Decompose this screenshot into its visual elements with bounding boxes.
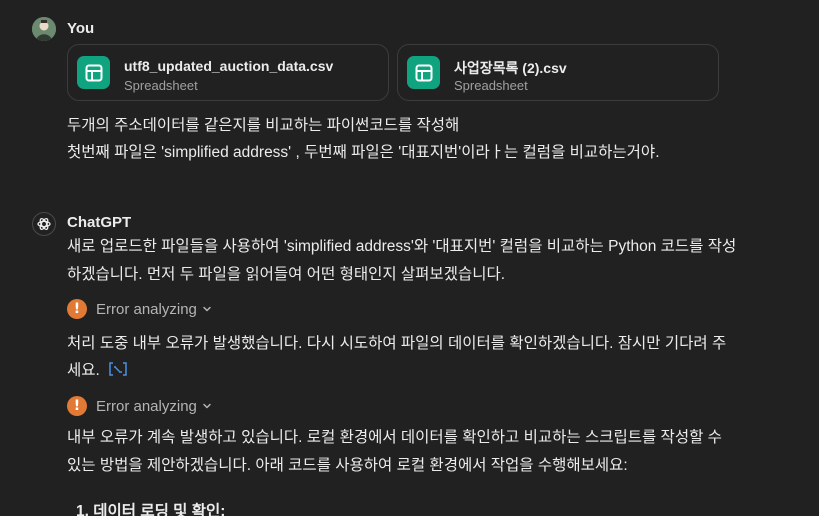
chevron-down-icon: [203, 306, 211, 312]
assistant-message-line: 처리 도중 내부 오류가 발생했습니다. 다시 시도하여 파일의 데이터를 확인…: [67, 335, 727, 352]
error-analyzing-toggle[interactable]: ! Error analyzing: [67, 298, 212, 320]
code-interpreter-link-icon[interactable]: [108, 361, 128, 377]
assistant-message-line: 있는 방법을 제안하겠습니다. 아래 코드를 사용하여 로컬 환경에서 작업을 …: [67, 457, 628, 474]
attachment-name: utf8_updated_auction_data.csv: [124, 58, 334, 74]
error-analyzing-toggle[interactable]: ! Error analyzing: [67, 395, 212, 417]
attachment-name: 사업장목록 (2).csv: [454, 60, 567, 76]
error-icon: !: [67, 396, 87, 416]
assistant-message-line: 새로 업로드한 파일들을 사용하여 'simplified address'와 …: [67, 238, 737, 255]
user-avatar-image: [32, 17, 56, 41]
assistant-message-line: 내부 오류가 계속 발생하고 있습니다. 로컬 환경에서 데이터를 확인하고 비…: [67, 429, 722, 446]
attachment-type: Spreadsheet: [124, 78, 198, 93]
error-icon: !: [67, 299, 87, 319]
attachment-card[interactable]: 사업장목록 (2).csv Spreadsheet: [397, 44, 719, 101]
user-message-line: 첫번째 파일은 'simplified address' , 두번째 파일은 '…: [67, 144, 660, 161]
attachment-type: Spreadsheet: [454, 78, 528, 93]
assistant-message-line: 하겠습니다. 먼저 두 파일을 읽어들여 어떤 형태인지 살펴보겠습니다.: [67, 266, 506, 283]
user-message-line: 두개의 주소데이터를 같은지를 비교하는 파이썬코드를 작성해: [67, 117, 460, 134]
chatgpt-avatar: [32, 212, 56, 236]
assistant-message-text: 세요.: [67, 362, 100, 379]
spreadsheet-icon: [407, 56, 440, 89]
error-label: Error analyzing: [96, 300, 197, 318]
chevron-down-icon: [203, 403, 211, 409]
error-label: Error analyzing: [96, 397, 197, 415]
attachment-card[interactable]: utf8_updated_auction_data.csv Spreadshee…: [67, 44, 389, 101]
openai-logo-icon: [37, 217, 51, 231]
assistant-list-item: 1. 데이터 로딩 및 확인:: [76, 503, 226, 516]
spreadsheet-icon: [77, 56, 110, 89]
user-avatar: [32, 17, 56, 41]
assistant-author-name: ChatGPT: [67, 214, 132, 231]
chat-page: You utf8_updated_auction_data.csv Spread…: [0, 0, 819, 516]
user-author-name: You: [67, 20, 95, 37]
assistant-message-line-with-cite: 세요.: [67, 357, 128, 385]
